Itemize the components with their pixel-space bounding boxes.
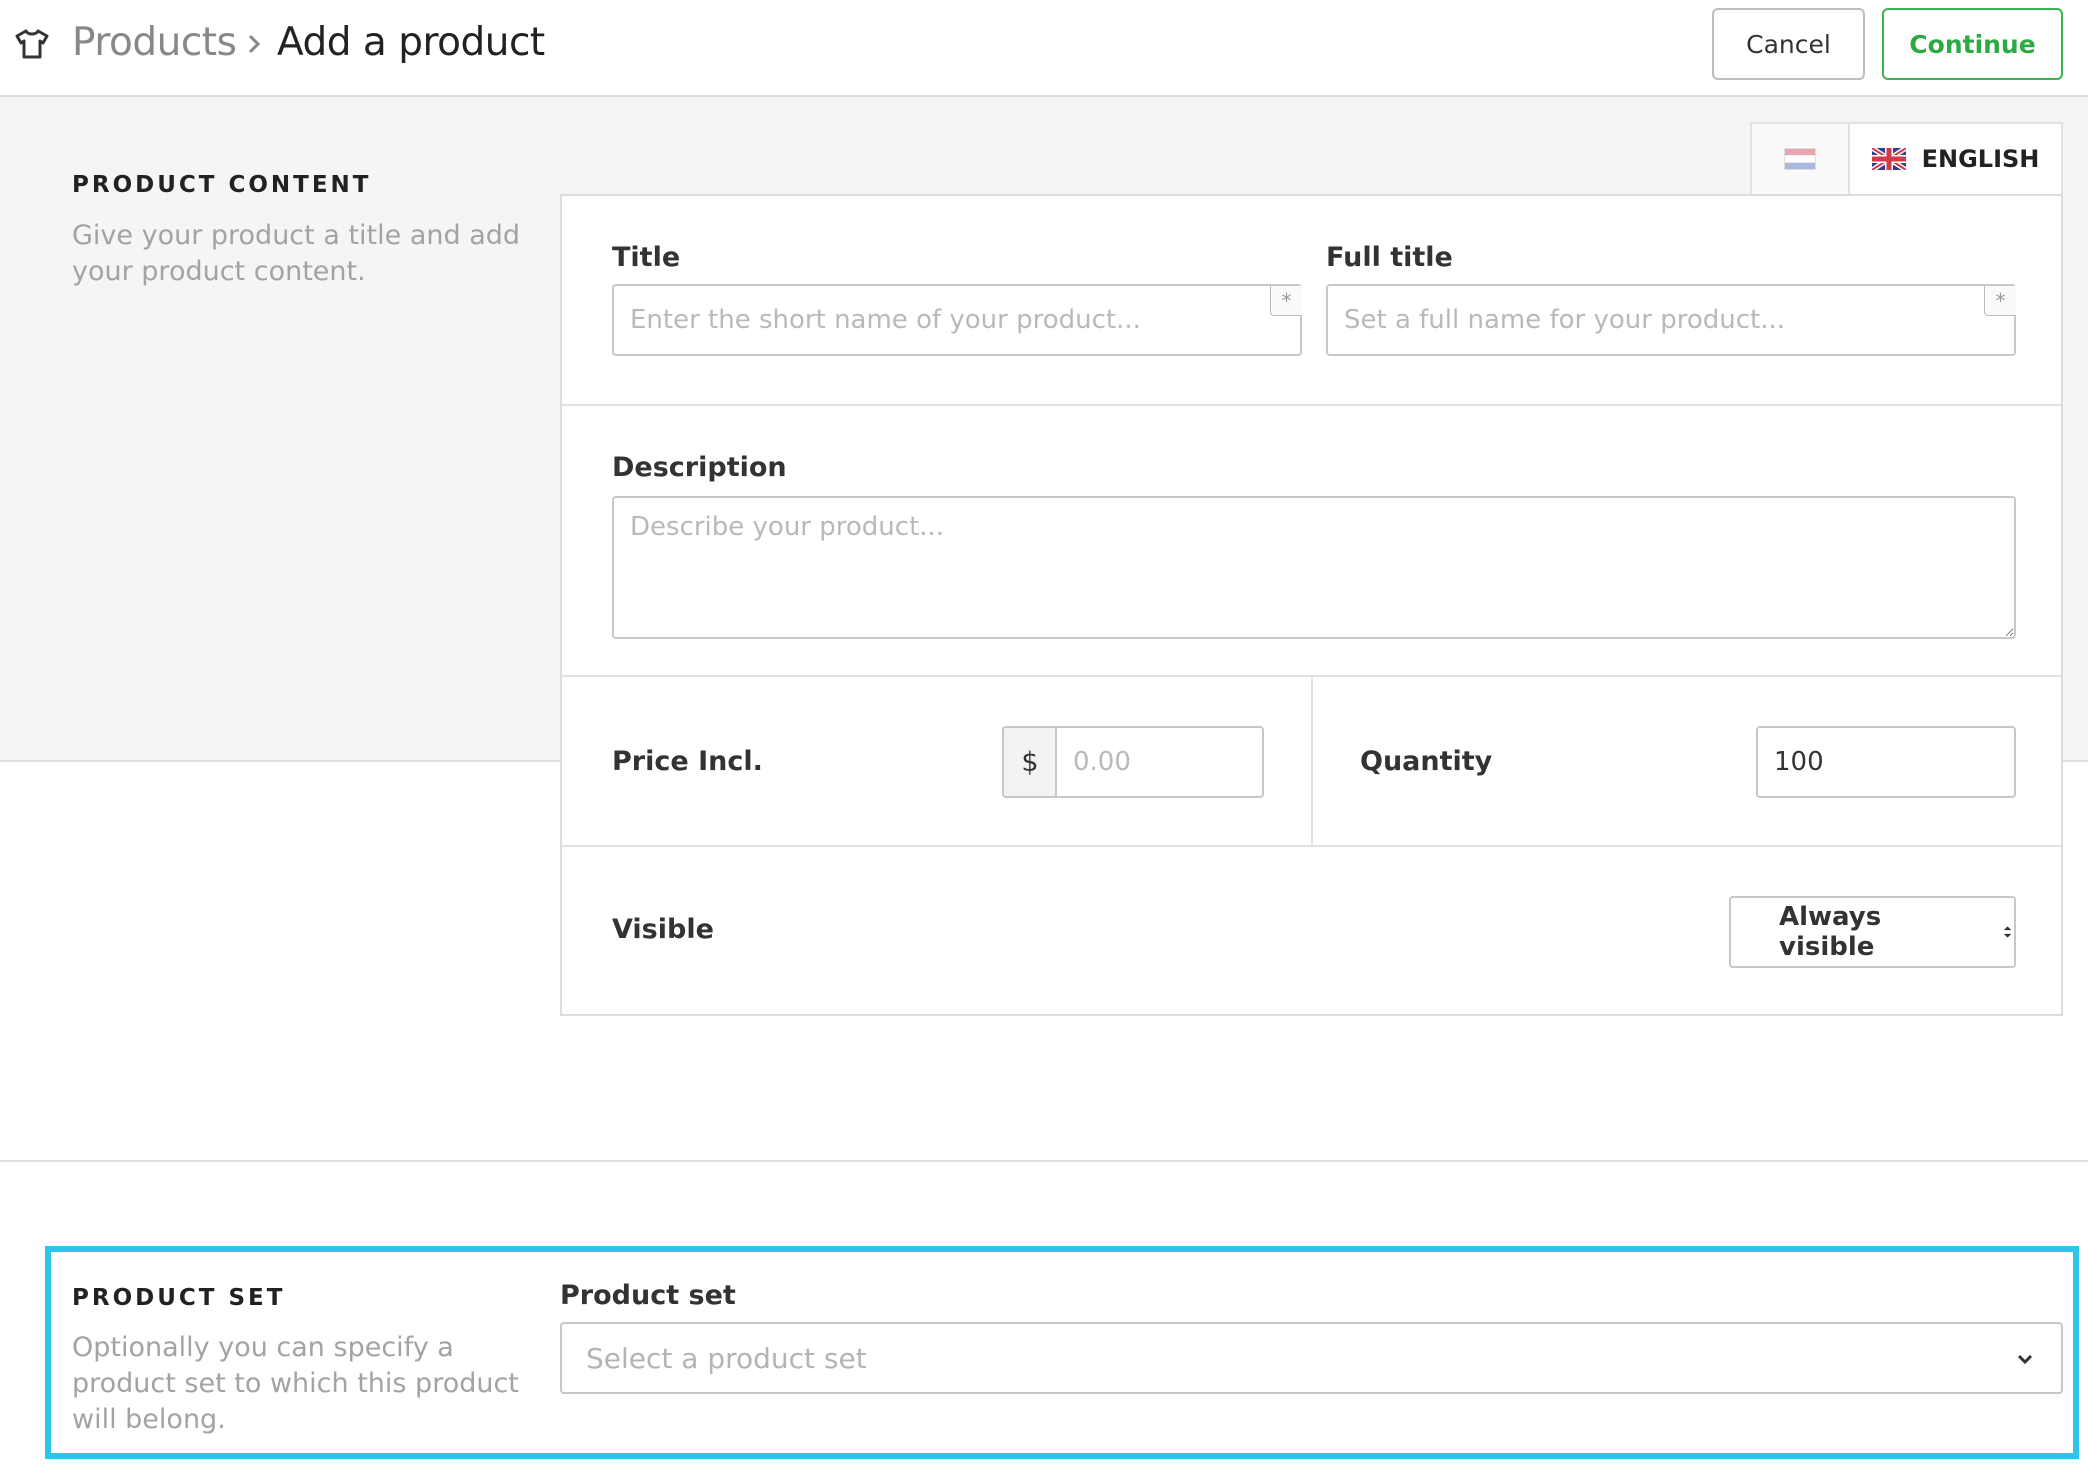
- title-label: Title: [612, 242, 681, 273]
- product-set-select[interactable]: Select a product set: [560, 1322, 2063, 1394]
- product-set-placeholder: Select a product set: [586, 1341, 867, 1375]
- currency-prefix: $: [1002, 726, 1056, 798]
- language-label: ENGLISH: [1921, 145, 2040, 173]
- tab-language-dutch[interactable]: [1752, 124, 1850, 194]
- description-line: Optionally you can specify a: [72, 1332, 454, 1363]
- uk-flag-icon: [1871, 148, 1906, 170]
- quantity-input[interactable]: [1756, 726, 2016, 798]
- divider: [562, 404, 2061, 406]
- full-title-input[interactable]: [1326, 284, 2016, 356]
- description-line: your product content.: [72, 256, 366, 287]
- description-line: product set to which this product: [72, 1368, 519, 1399]
- sort-arrows-icon: [2003, 926, 2012, 938]
- visibility-select[interactable]: Always visible: [1729, 896, 2016, 968]
- product-content-heading: PRODUCT CONTENT: [72, 172, 372, 198]
- dutch-flag-icon: [1784, 148, 1816, 170]
- product-set-label: Product set: [560, 1280, 736, 1311]
- product-content-description: Give your product a title and add your p…: [72, 218, 520, 290]
- visible-label: Visible: [612, 914, 714, 945]
- page-title: Add a product: [277, 20, 545, 65]
- top-bar: Products Add a product Cancel Continue: [0, 0, 2088, 97]
- vertical-divider: [1311, 677, 1313, 845]
- quantity-label: Quantity: [1360, 746, 1493, 777]
- section-divider: [0, 1160, 2088, 1162]
- product-set-heading: PRODUCT SET: [72, 1285, 286, 1311]
- price-label: Price Incl.: [612, 746, 763, 777]
- description-line: Give your product a title and add: [72, 220, 521, 251]
- language-tabs: ENGLISH: [1750, 122, 2063, 194]
- required-marker: *: [1270, 286, 1302, 316]
- cancel-button[interactable]: Cancel: [1712, 8, 1865, 80]
- tab-language-english[interactable]: ENGLISH: [1850, 124, 2061, 194]
- title-input[interactable]: [612, 284, 1302, 356]
- visibility-value: Always visible: [1779, 902, 1882, 962]
- chevron-right-icon: [248, 34, 261, 54]
- chevron-down-icon: [2017, 1354, 2033, 1365]
- required-marker: *: [1984, 286, 2016, 316]
- divider: [562, 845, 2061, 847]
- product-form-card: Title * Full title * Description Price I…: [560, 194, 2063, 1016]
- description-label: Description: [612, 452, 787, 483]
- continue-button[interactable]: Continue: [1882, 8, 2063, 80]
- description-line: will belong.: [72, 1404, 226, 1435]
- tshirt-icon: [15, 29, 49, 59]
- product-set-description: Optionally you can specify a product set…: [72, 1330, 519, 1438]
- price-input[interactable]: [1055, 726, 1264, 798]
- description-textarea[interactable]: [612, 496, 2016, 639]
- full-title-label: Full title: [1326, 242, 1453, 273]
- breadcrumb-products-link[interactable]: Products: [72, 20, 237, 65]
